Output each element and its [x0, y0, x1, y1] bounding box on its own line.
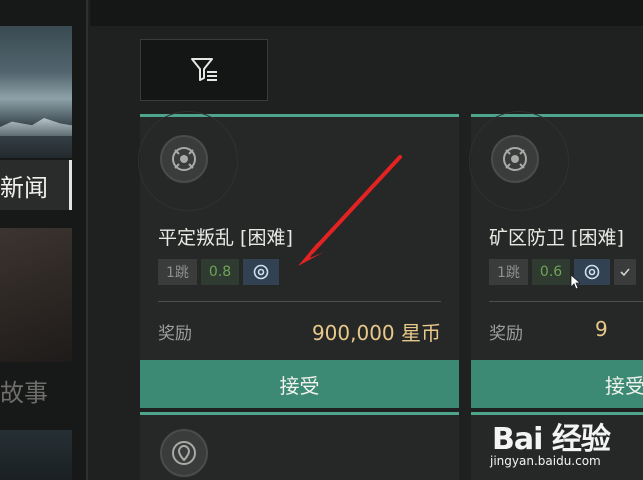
ship-thumbnail[interactable]: [0, 26, 72, 158]
mission-card[interactable]: 矿区防卫 [困难] 1跳 0.6 奖励 9 接受: [469, 111, 643, 408]
sidebar-item-label: 故事: [0, 378, 48, 407]
divider: [489, 301, 643, 302]
accept-label: 接受: [605, 373, 643, 398]
divider: [158, 301, 441, 302]
watermark-logo: Bai 经验: [492, 422, 611, 457]
accept-label: 接受: [279, 373, 320, 398]
combat-mission-icon: [160, 135, 208, 183]
reward-value: 900,000 星币: [311, 321, 441, 345]
jumps-badge: 1跳: [158, 259, 197, 285]
sidebar-item-label: 新闻: [0, 173, 48, 202]
mission-title: 平定叛乱 [困难]: [158, 227, 293, 249]
check-icon[interactable]: [614, 259, 637, 285]
standing-icon[interactable]: [243, 259, 280, 285]
reward-value: 9: [595, 317, 608, 341]
reward-label: 奖励: [489, 324, 523, 344]
left-sidebar: 新闻 故事: [0, 0, 88, 480]
accept-button[interactable]: 接受: [471, 360, 643, 408]
sidebar-item-story[interactable]: 故事: [0, 366, 72, 414]
thumbnail[interactable]: [0, 430, 72, 480]
security-badge: 0.8: [200, 259, 240, 285]
location-mission-icon: [160, 429, 208, 477]
accept-button[interactable]: 接受: [140, 360, 459, 408]
filter-button[interactable]: [140, 39, 268, 101]
sidebar-item-news[interactable]: 新闻: [0, 160, 72, 210]
story-thumbnail[interactable]: [0, 228, 72, 362]
mission-card[interactable]: 平定叛乱 [困难] 1跳 0.8 奖励 900,000 星币 接受: [138, 111, 459, 408]
defense-mission-icon: [491, 135, 539, 183]
mouse-cursor-icon: [570, 274, 582, 290]
filter-icon: [191, 58, 217, 81]
watermark-url: jingyan.baidu.com: [490, 454, 601, 468]
watermark: Bai 经验 jingyan.baidu.com: [486, 412, 636, 474]
mission-title: 矿区防卫 [困难]: [489, 227, 624, 249]
security-badge: 0.6: [531, 259, 571, 285]
top-bar: [90, 0, 643, 26]
reward-label: 奖励: [158, 324, 192, 344]
jumps-badge: 1跳: [489, 259, 528, 285]
mission-card[interactable]: [140, 412, 459, 480]
